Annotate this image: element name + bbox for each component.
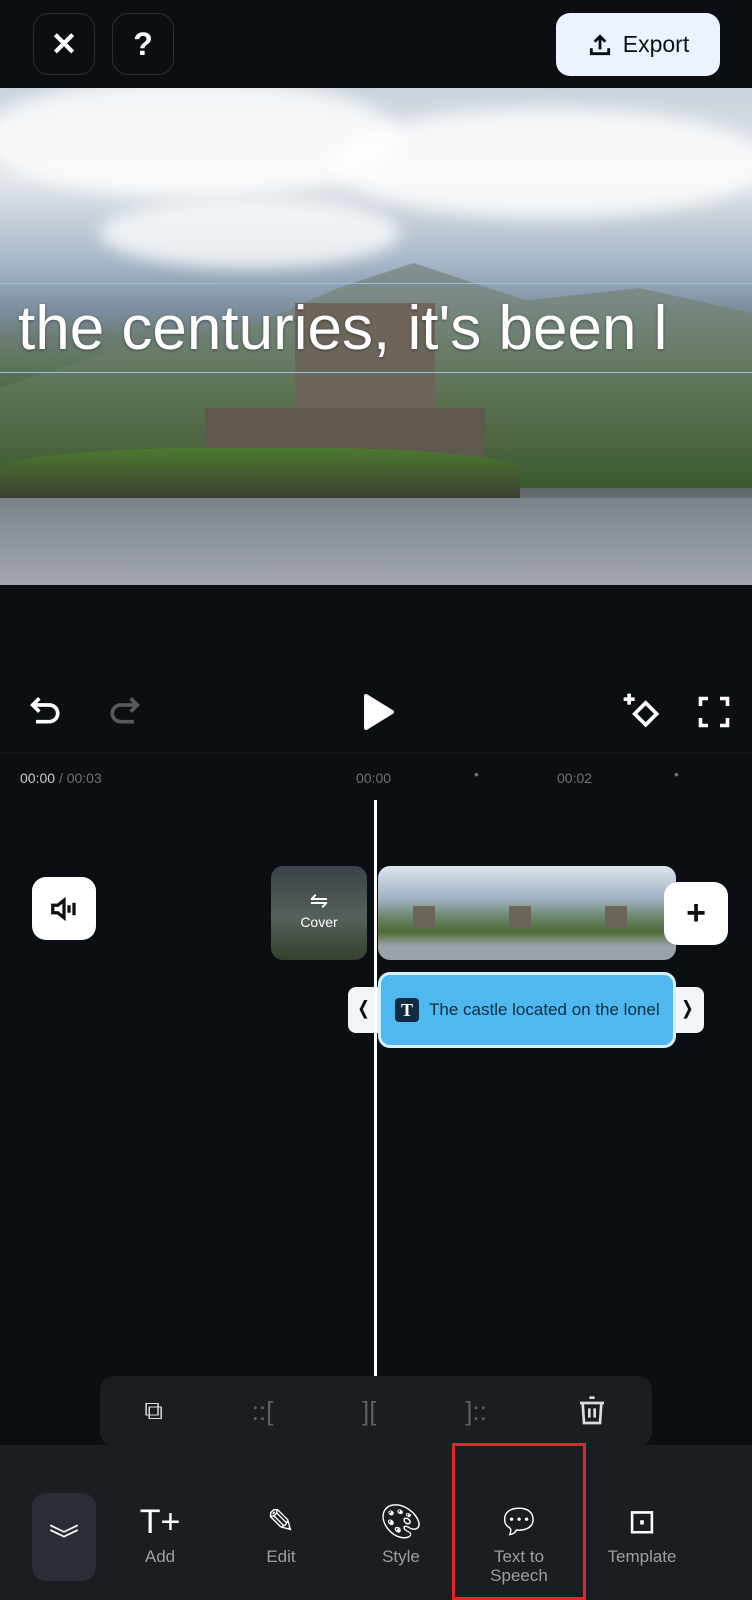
chevron-right-icon[interactable]: ❭ [680, 998, 695, 1019]
double-chevron-down-icon: ︾ [49, 1524, 79, 1557]
undo-button[interactable] [26, 690, 66, 739]
export-button[interactable]: Export [556, 13, 720, 76]
nav-edit[interactable]: ✎ Edit [222, 1445, 340, 1567]
fullscreen-button[interactable] [696, 694, 732, 735]
text-icon: T [395, 998, 419, 1022]
split-right-icon[interactable]: ]:: [465, 1396, 487, 1427]
play-button[interactable] [360, 692, 396, 737]
redo-button[interactable] [104, 690, 144, 739]
add-clip-button[interactable]: + [664, 882, 728, 945]
text-add-icon: T+ [139, 1503, 181, 1541]
help-button[interactable]: ? [112, 13, 174, 75]
template-icon: ⊡ [627, 1503, 657, 1541]
swap-icon: ⇋ [309, 888, 329, 913]
pencil-icon: ✎ [266, 1503, 296, 1541]
keyframe-button[interactable] [620, 690, 664, 739]
total-time: / 00:03 [58, 770, 102, 786]
cover-button[interactable]: ⇋ Cover [271, 866, 367, 960]
clip-toolbar: ⧉ ::[ ][ ]:: [100, 1376, 652, 1446]
duplicate-icon[interactable]: ⧉ [144, 1395, 163, 1427]
text-clip[interactable]: T The castle located on the lonel [378, 972, 676, 1048]
tick-label: 00:02 [557, 770, 593, 786]
tick-label: 00:00 [356, 770, 392, 786]
nav-style[interactable]: 🎨︎ Style [342, 1445, 460, 1567]
play-icon [364, 694, 394, 730]
mute-button[interactable] [32, 877, 96, 940]
keyframe-icon [623, 693, 660, 728]
redo-icon [110, 697, 140, 724]
close-button[interactable]: ✕ [33, 13, 95, 75]
nav-template[interactable]: ⊡ Template [583, 1445, 701, 1567]
video-clip[interactable] [378, 866, 676, 960]
nav-add[interactable]: T+ Add [101, 1445, 219, 1567]
split-left-icon[interactable]: ::[ [252, 1396, 274, 1427]
collapse-button[interactable]: ︾ [32, 1493, 96, 1581]
split-icon[interactable]: ][ [362, 1396, 376, 1427]
delete-icon[interactable] [576, 1395, 608, 1427]
bottom-nav: ︾ T+ Add ✎ Edit 🎨︎ Style 💬︎ Text to Speech ⊡… [0, 1443, 752, 1600]
speaker-icon [51, 896, 76, 921]
nav-text-to-speech[interactable]: 💬︎ Text to Speech [452, 1443, 586, 1600]
palette-icon: 🎨︎ [379, 1503, 423, 1541]
video-preview[interactable]: the centuries, it's been l [0, 88, 752, 585]
chevron-left-icon[interactable]: ❬ [356, 998, 371, 1019]
plus-icon: + [686, 894, 706, 932]
close-icon: ✕ [50, 26, 78, 62]
current-time: 00:00 [20, 770, 56, 786]
fullscreen-icon [698, 696, 730, 728]
upload-icon [589, 33, 610, 55]
playhead[interactable] [374, 800, 377, 1378]
caption-text-overlay[interactable]: the centuries, it's been l [0, 283, 752, 373]
ai-voice-icon: 💬︎ [497, 1503, 541, 1541]
undo-icon [30, 697, 60, 724]
